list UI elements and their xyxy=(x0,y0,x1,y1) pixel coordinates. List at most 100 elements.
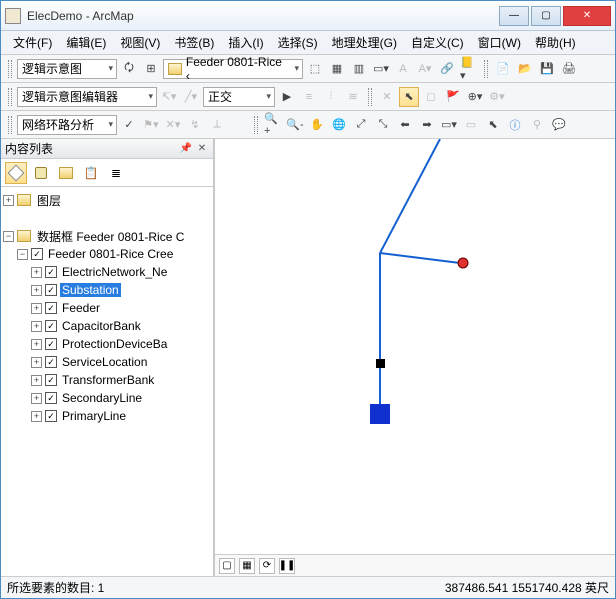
tree-layer[interactable]: +✓TransformerBank xyxy=(3,371,211,389)
checkbox[interactable]: ✓ xyxy=(45,392,57,404)
checkbox[interactable]: ✓ xyxy=(45,338,57,350)
expand-icon[interactable]: + xyxy=(31,303,42,314)
expand-icon[interactable]: + xyxy=(31,375,42,386)
flag-icon[interactable]: 🚩 xyxy=(443,87,463,107)
full-extent-icon[interactable]: 🌐 xyxy=(329,115,349,135)
checkbox[interactable]: ✓ xyxy=(45,320,57,332)
align-h-icon[interactable]: ≡ xyxy=(299,87,319,107)
clear-results-icon[interactable]: ↯ xyxy=(185,115,205,135)
close-panel-icon[interactable]: ✕ xyxy=(195,142,209,156)
menu-window[interactable]: 窗口(W) xyxy=(472,32,527,53)
checkbox[interactable]: ✓ xyxy=(45,302,57,314)
tree-layer[interactable]: +✓ServiceLocation xyxy=(3,353,211,371)
checkbox[interactable]: ✓ xyxy=(45,410,57,422)
tree-layer[interactable]: +✓PrimaryLine xyxy=(3,407,211,425)
layout-view-icon[interactable]: ▦ xyxy=(239,558,255,574)
layer-props-icon[interactable]: ▦ xyxy=(327,59,347,79)
html-popup-icon[interactable]: 💬 xyxy=(549,115,569,135)
refresh-view-icon[interactable]: ⟳ xyxy=(259,558,275,574)
expand-icon[interactable]: + xyxy=(31,321,42,332)
list-by-visibility-icon[interactable] xyxy=(55,162,77,184)
schematic-align-icon[interactable]: ⊞ xyxy=(141,59,161,79)
map-canvas[interactable]: ▢ ▦ ⟳ ❚❚ xyxy=(215,139,615,576)
catalog-icon[interactable]: 📒▾ xyxy=(459,59,479,79)
expand-icon[interactable]: + xyxy=(31,393,42,404)
checkbox[interactable]: ✓ xyxy=(45,266,57,278)
expand-icon[interactable]: + xyxy=(31,285,42,296)
pointer-icon[interactable]: ⬉ xyxy=(483,115,503,135)
data-view-icon[interactable]: ▢ xyxy=(219,558,235,574)
menu-select[interactable]: 选择(S) xyxy=(272,32,324,53)
tree-layer[interactable]: +✓ElectricNetwork_Ne xyxy=(3,263,211,281)
new-file-icon[interactable]: 📄 xyxy=(493,59,513,79)
fixed-zoom-in-icon[interactable]: ⤢ xyxy=(351,115,371,135)
select-box-icon[interactable]: ◻ xyxy=(421,87,441,107)
maximize-button[interactable]: ▢ xyxy=(531,6,561,26)
identify-icon[interactable]: ⓘ xyxy=(505,115,525,135)
back-extent-icon[interactable]: ⬅ xyxy=(395,115,415,135)
zoom-in-icon[interactable]: 🔍+ xyxy=(263,115,283,135)
collapse-icon[interactable]: − xyxy=(17,249,28,260)
more-tools-icon[interactable]: ⚙▾ xyxy=(487,87,507,107)
list-by-drawing-icon[interactable] xyxy=(5,162,27,184)
list-by-selection-icon[interactable]: 📋 xyxy=(80,162,102,184)
align-v-icon[interactable]: ⫶ xyxy=(321,87,341,107)
schematic-view-dropdown[interactable]: 逻辑示意图 xyxy=(17,59,117,79)
fixed-zoom-out-icon[interactable]: ⤡ xyxy=(373,115,393,135)
hyperlink-icon[interactable]: ⚲ xyxy=(527,115,547,135)
network-analysis-dropdown[interactable]: 网络环路分析 xyxy=(17,115,117,135)
edit-line-icon[interactable]: ╱▾ xyxy=(181,87,201,107)
trace-icon[interactable]: ✕ xyxy=(377,87,397,107)
editor-dropdown[interactable]: 逻辑示意图编辑器 xyxy=(17,87,157,107)
layer-link-icon[interactable]: ▥ xyxy=(349,59,369,79)
text-a-icon[interactable]: A xyxy=(393,59,413,79)
tree-layer[interactable]: +✓SecondaryLine xyxy=(3,389,211,407)
text-a2-icon[interactable]: A▾ xyxy=(415,59,435,79)
expand-icon[interactable]: + xyxy=(31,357,42,368)
find-path-icon[interactable]: ⟂ xyxy=(207,115,227,135)
pin-icon[interactable]: 📌 xyxy=(179,142,193,156)
fwd-extent-icon[interactable]: ➡ xyxy=(417,115,437,135)
checkbox[interactable]: ✓ xyxy=(45,284,57,296)
menu-insert[interactable]: 插入(I) xyxy=(222,32,269,53)
expand-icon[interactable]: + xyxy=(31,411,42,422)
sync-icon[interactable]: 🔗 xyxy=(437,59,457,79)
options-icon[interactable]: ≣ xyxy=(105,162,127,184)
collapse-icon[interactable]: − xyxy=(3,231,14,242)
tree-root[interactable]: + 图层 xyxy=(3,191,211,209)
play-layout-icon[interactable]: ▶ xyxy=(277,87,297,107)
tree-layer[interactable]: +✓ProtectionDeviceBa xyxy=(3,335,211,353)
list-by-source-icon[interactable] xyxy=(30,162,52,184)
checkbox[interactable]: ✓ xyxy=(31,248,43,260)
add-barrier-icon[interactable]: ✕▾ xyxy=(163,115,183,135)
clear-selection-icon[interactable]: ▭ xyxy=(461,115,481,135)
checkbox[interactable]: ✓ xyxy=(45,356,57,368)
zoom-out-icon[interactable]: 🔍- xyxy=(285,115,305,135)
menu-file[interactable]: 文件(F) xyxy=(7,32,58,53)
menu-bookmark[interactable]: 书签(B) xyxy=(168,32,220,53)
checkbox[interactable]: ✓ xyxy=(45,374,57,386)
schematic-refresh-icon[interactable]: 🗘 xyxy=(119,59,139,79)
feeder-dropdown[interactable]: Feeder 0801-Rice ‹ xyxy=(163,59,303,79)
print-icon[interactable]: 🖨 xyxy=(559,59,579,79)
menu-customize[interactable]: 自定义(C) xyxy=(405,32,470,53)
expand-icon[interactable]: + xyxy=(31,339,42,350)
zoom-extent-icon[interactable]: ⬚ xyxy=(305,59,325,79)
tree-group[interactable]: − ✓ Feeder 0801-Rice Cree xyxy=(3,245,211,263)
open-file-icon[interactable]: 📂 xyxy=(515,59,535,79)
close-button[interactable]: ✕ xyxy=(563,6,611,26)
menu-help[interactable]: 帮助(H) xyxy=(529,32,582,53)
tree-layer[interactable]: +✓Substation xyxy=(3,281,211,299)
layout-dropdown[interactable]: 正交 xyxy=(203,87,275,107)
solve-icon[interactable]: ✓ xyxy=(119,115,139,135)
expand-tree-icon[interactable]: ⊕▾ xyxy=(465,87,485,107)
expand-icon[interactable]: + xyxy=(3,195,14,206)
select-by-icon[interactable]: ▭▾ xyxy=(371,59,391,79)
menu-edit[interactable]: 编辑(E) xyxy=(60,32,112,53)
tree-dataframe[interactable]: − 数据框 Feeder 0801-Rice C xyxy=(3,227,211,245)
tree-layer[interactable]: +✓Feeder xyxy=(3,299,211,317)
menu-geoprocessing[interactable]: 地理处理(G) xyxy=(326,32,403,53)
select-features-icon[interactable]: ▭▾ xyxy=(439,115,459,135)
expand-icon[interactable]: + xyxy=(31,267,42,278)
pan-icon[interactable]: ✋ xyxy=(307,115,327,135)
